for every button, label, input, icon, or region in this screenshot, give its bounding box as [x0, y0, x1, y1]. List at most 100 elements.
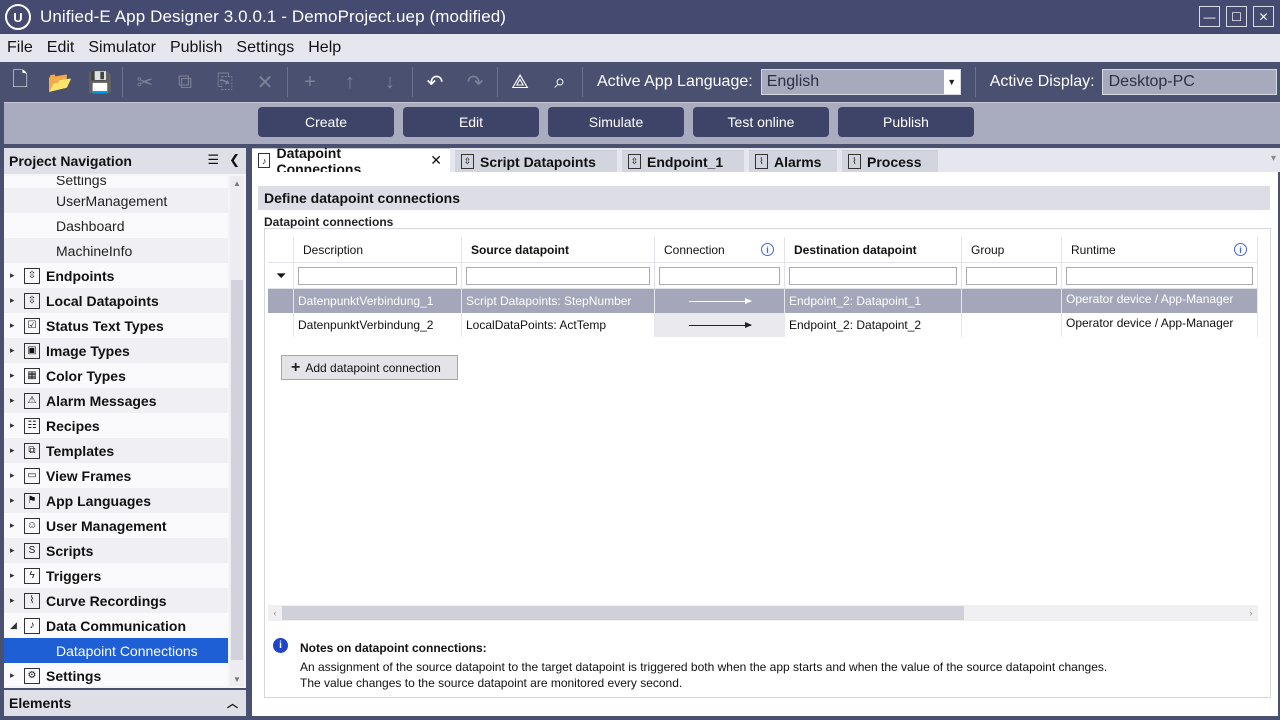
tree-item-user-management[interactable]: ▸ ☺ User Management	[4, 513, 228, 538]
menu-publish[interactable]: Publish	[163, 39, 229, 57]
dropdown-arrow-icon[interactable]: ▼	[943, 70, 960, 94]
network-icon[interactable]: ⟁	[500, 62, 540, 102]
column-header-group[interactable]: Group	[962, 237, 1062, 262]
menu-help[interactable]: Help	[301, 39, 348, 57]
tree-item-scripts[interactable]: ▸ S Scripts	[4, 538, 228, 563]
chevron-right-icon[interactable]: ▸	[10, 570, 20, 581]
scroll-down-icon[interactable]: ▼	[230, 672, 244, 686]
search-icon[interactable]: ⌕	[540, 62, 580, 102]
chevron-down-icon[interactable]: ◢	[10, 620, 20, 631]
chevron-right-icon[interactable]: ▸	[10, 520, 20, 531]
add-datapoint-connection-button[interactable]: + Add datapoint connection	[281, 355, 458, 380]
tree-item-view-frames[interactable]: ▸ ▭ View Frames	[4, 463, 228, 488]
close-tab-icon[interactable]: ✕	[430, 152, 442, 169]
tree-item-datapoint-connections[interactable]: Datapoint Connections	[4, 638, 228, 663]
tree-item-status-text-types[interactable]: ▸ ☑ Status Text Types	[4, 313, 228, 338]
tree-item-templates[interactable]: ▸ ⧉ Templates	[4, 438, 228, 463]
chevron-right-icon[interactable]: ▸	[10, 420, 20, 431]
chevron-right-icon[interactable]: ▸	[10, 495, 20, 506]
tree-item-machineinfo[interactable]: MachineInfo	[4, 238, 228, 263]
elements-panel-header[interactable]: Elements ︿	[4, 690, 246, 716]
runtime-cell[interactable]: Operator device / App-Manager	[1062, 289, 1258, 313]
chevron-right-icon[interactable]: ▸	[10, 345, 20, 356]
chevron-up-icon[interactable]: ︿	[227, 695, 238, 711]
tree-item-curve-recordings[interactable]: ▸ ⌇ Curve Recordings	[4, 588, 228, 613]
tree-item-endpoints[interactable]: ▸ ⇳ Endpoints	[4, 263, 228, 288]
add-icon[interactable]: +	[290, 62, 330, 102]
description-cell[interactable]: DatenpunktVerbindung_1	[294, 289, 462, 313]
tab-datapoint-connections[interactable]: ♪ Datapoint Connections ✕	[252, 145, 450, 177]
column-header-destination-datapoint[interactable]: Destination datapoint	[785, 237, 962, 262]
column-header-description[interactable]: Description	[294, 237, 462, 262]
move-up-icon[interactable]: ↑	[330, 62, 370, 102]
create-mode-button[interactable]: Create	[258, 107, 394, 137]
info-icon[interactable]: i	[761, 243, 774, 256]
description-cell[interactable]: DatenpunktVerbindung_2	[294, 313, 462, 337]
destination-datapoint-cell[interactable]: Endpoint_2: Datapoint_2	[785, 313, 962, 337]
scrollbar-thumb[interactable]	[231, 280, 243, 660]
save-icon[interactable]: 💾	[80, 62, 120, 102]
tab-endpoint-1[interactable]: ⇳ Endpoint_1	[622, 150, 744, 172]
tree-item-settings[interactable]: Settings	[4, 176, 228, 188]
filter-input[interactable]	[789, 266, 957, 285]
table-row[interactable]: DatenpunktVerbindung_2 LocalDataPoints: A…	[268, 313, 1258, 337]
filter-input[interactable]	[1066, 266, 1253, 285]
undo-icon[interactable]: ↶	[415, 62, 455, 102]
collapse-panel-icon[interactable]: ❮	[229, 152, 240, 168]
simulate-mode-button[interactable]: Simulate	[548, 107, 684, 137]
chevron-right-icon[interactable]: ▸	[10, 595, 20, 606]
cut-icon[interactable]: ✂	[125, 62, 165, 102]
tab-process[interactable]: ⌇ Process	[842, 150, 938, 172]
filter-input[interactable]	[966, 266, 1057, 285]
scroll-left-icon[interactable]: ‹	[268, 605, 282, 621]
chevron-right-icon[interactable]: ▸	[10, 320, 20, 331]
source-datapoint-cell[interactable]: LocalDataPoints: ActTemp	[462, 313, 655, 337]
panel-menu-icon[interactable]: ☰	[207, 152, 219, 168]
info-icon[interactable]: i	[1234, 243, 1247, 256]
group-cell[interactable]	[962, 313, 1062, 337]
close-button[interactable]: ✕	[1253, 6, 1274, 27]
menu-file[interactable]: File	[0, 39, 40, 57]
redo-icon[interactable]: ↷	[455, 62, 495, 102]
horizontal-scrollbar[interactable]: ‹ ›	[268, 605, 1258, 621]
test-online-mode-button[interactable]: Test online	[693, 107, 829, 137]
tree-item-app-languages[interactable]: ▸ ⚑ App Languages	[4, 488, 228, 513]
chevron-right-icon[interactable]: ▸	[10, 545, 20, 556]
edit-mode-button[interactable]: Edit	[403, 107, 539, 137]
tree-item-alarm-messages[interactable]: ▸ ⚠ Alarm Messages	[4, 388, 228, 413]
tab-overflow-icon[interactable]: ▾	[1271, 153, 1276, 164]
chevron-right-icon[interactable]: ▸	[10, 445, 20, 456]
group-cell[interactable]	[962, 289, 1062, 313]
connection-cell[interactable]	[655, 289, 785, 313]
destination-datapoint-cell[interactable]: Endpoint_2: Datapoint_1	[785, 289, 962, 313]
chevron-right-icon[interactable]: ▸	[10, 395, 20, 406]
tree-item-color-types[interactable]: ▸ ▦ Color Types	[4, 363, 228, 388]
tree-item-image-types[interactable]: ▸ ▣ Image Types	[4, 338, 228, 363]
chevron-right-icon[interactable]: ▸	[10, 370, 20, 381]
column-header-runtime[interactable]: Runtime i	[1062, 237, 1258, 262]
paste-icon[interactable]: ⎘	[205, 62, 245, 102]
active-language-select[interactable]: English ▼	[760, 69, 961, 95]
chevron-right-icon[interactable]: ▸	[10, 470, 20, 481]
maximize-button[interactable]: ☐	[1226, 6, 1247, 27]
active-display-select[interactable]: Desktop-PC	[1101, 69, 1277, 95]
column-header-source-datapoint[interactable]: Source datapoint	[462, 237, 655, 262]
copy-icon[interactable]: ⧉	[165, 62, 205, 102]
source-datapoint-cell[interactable]: Script Datapoints: StepNumber	[462, 289, 655, 313]
menu-settings[interactable]: Settings	[229, 39, 301, 57]
publish-mode-button[interactable]: Publish	[838, 107, 974, 137]
chevron-right-icon[interactable]: ▸	[10, 270, 20, 281]
tree-item-settings[interactable]: ▸ ⚙ Settings	[4, 663, 228, 686]
tree-scrollbar[interactable]: ▲ ▼	[230, 176, 244, 686]
tree-item-recipes[interactable]: ▸ ☷ Recipes	[4, 413, 228, 438]
scroll-right-icon[interactable]: ›	[1244, 605, 1258, 621]
new-file-icon[interactable]: 🗋	[0, 62, 40, 102]
open-folder-icon[interactable]: 📂	[40, 62, 80, 102]
tree-item-dashboard[interactable]: Dashboard	[4, 213, 228, 238]
filter-input[interactable]	[659, 266, 780, 285]
tree-item-usermanagement[interactable]: UserManagement	[4, 188, 228, 213]
menu-simulator[interactable]: Simulator	[81, 39, 163, 57]
tree-item-data-communication[interactable]: ◢ ♪ Data Communication	[4, 613, 228, 638]
delete-icon[interactable]: ✕	[245, 62, 285, 102]
table-row[interactable]: DatenpunktVerbindung_1 Script Datapoints:…	[268, 289, 1258, 313]
